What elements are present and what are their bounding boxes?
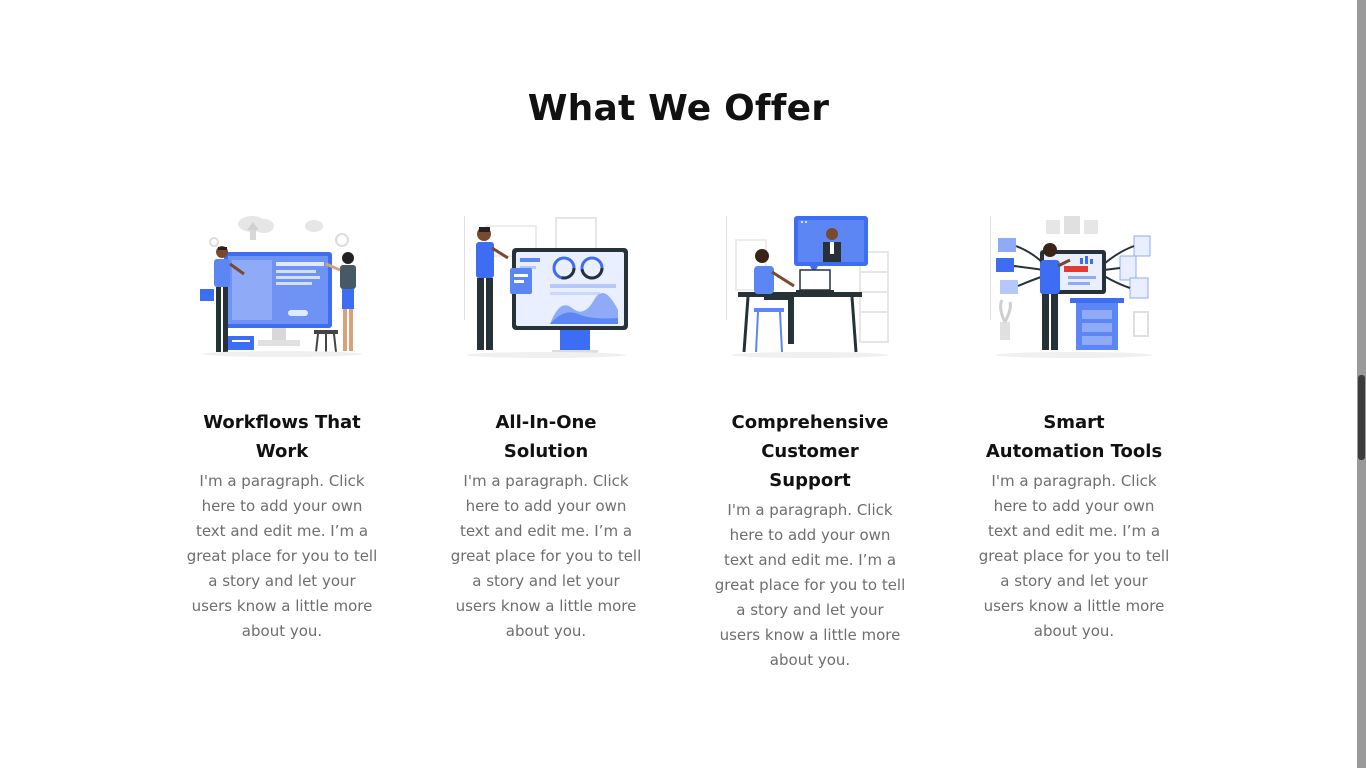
card-title: All-In-One Solution xyxy=(495,412,597,462)
offer-card-workflows: Workflows That Work I'm a paragraph. Cli… xyxy=(182,212,382,644)
page-scrollbar[interactable] xyxy=(1357,0,1366,768)
video-call-support-illustration xyxy=(726,216,889,358)
card-title: Comprehensive Customer Support xyxy=(731,412,889,491)
card-paragraph: I'm a paragraph. Click here to add your … xyxy=(978,472,1170,640)
card-paragraph: I'm a paragraph. Click here to add your … xyxy=(186,472,378,640)
card-paragraph: I'm a paragraph. Click here to add your … xyxy=(450,472,642,640)
analytics-monitor-illustration xyxy=(464,216,628,358)
offer-card-automation: Smart Automation Tools I'm a paragraph. … xyxy=(974,212,1174,644)
card-title: Smart Automation Tools xyxy=(985,412,1163,462)
card-paragraph: I'm a paragraph. Click here to add your … xyxy=(714,501,906,669)
card-title: Workflows That Work xyxy=(203,412,361,462)
page: What We Offer Workflows That Work I'm a … xyxy=(0,0,1366,768)
offer-card-customer-support: Comprehensive Customer Support I'm a par… xyxy=(710,212,910,673)
automation-workflow-illustration xyxy=(990,216,1152,358)
scrollbar-thumb[interactable] xyxy=(1358,375,1365,460)
section-title: What We Offer xyxy=(527,88,830,129)
offer-card-all-in-one: All-In-One Solution I'm a paragraph. Cli… xyxy=(446,212,646,644)
team-dashboard-illustration xyxy=(200,216,362,357)
